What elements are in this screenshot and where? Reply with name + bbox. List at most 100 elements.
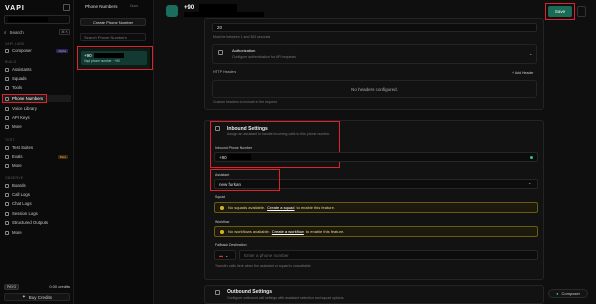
highlight-phone-numbers	[2, 94, 47, 103]
more-icon	[5, 124, 9, 129]
sidebar-item-label: Boards	[12, 183, 26, 188]
test-suites-icon	[5, 145, 9, 150]
sidebar-item-assistants[interactable]: Assistants	[3, 66, 71, 73]
composer-icon	[5, 48, 9, 53]
highlight-save-button	[545, 3, 575, 20]
inbound-phone-label: Inbound Phone Number	[215, 146, 253, 150]
inbound-phone-input[interactable]: +90	[214, 152, 538, 162]
sidebar-item-evals[interactable]: Evals Beta	[3, 153, 71, 160]
create-squad-link[interactable]: Create a squad	[267, 205, 294, 210]
sidebar-item-structured-outputs[interactable]: Structured Outputs	[3, 219, 71, 226]
sidebar-item-more-observe[interactable]: More	[3, 229, 71, 236]
sidebar-item-label: Evals	[12, 154, 23, 159]
vapi-logo: VAPI	[5, 5, 25, 12]
outbound-settings-title: Outbound Settings	[227, 289, 272, 295]
more-options-button[interactable]	[577, 6, 586, 17]
workflow-warning-text: No workflows available.	[228, 229, 270, 234]
assistant-icon	[5, 67, 9, 72]
warning-icon	[220, 205, 224, 210]
section-build: BUILD	[5, 60, 17, 64]
sidebar-item-label: Call Logs	[12, 192, 30, 197]
sidebar-search[interactable]: ⌕ Search ⌘ K	[4, 28, 70, 36]
inbound-settings-desc: Assign an assistant to handle incoming c…	[227, 132, 331, 136]
timeout-hint: Must be between 1 and 300 seconds	[213, 35, 271, 39]
sidebar-item-label: API Keys	[12, 115, 30, 120]
header-phone-number: +90	[184, 5, 195, 11]
buy-credits-label: Buy Credits	[28, 294, 53, 300]
more-icon	[5, 163, 9, 168]
workflow-label: Workflow	[215, 220, 230, 224]
no-headers-box: No headers configured.	[212, 80, 537, 98]
inbound-icon	[215, 126, 220, 131]
sparkle-icon: ●	[556, 291, 559, 296]
create-workflow-link[interactable]: Create a workflow	[272, 229, 304, 234]
squads-icon	[5, 76, 9, 81]
sidebar-item-session-logs[interactable]: Session Logs	[3, 210, 71, 217]
fallback-hint: Transfer calls here when the assistant o…	[215, 264, 312, 268]
tools-icon	[5, 85, 9, 90]
list-title: Phone Numbers	[85, 4, 118, 9]
lock-icon: ✦	[21, 294, 26, 299]
warning-icon	[220, 229, 224, 234]
sidebar-item-chat-logs[interactable]: Chat Logs	[3, 200, 71, 207]
sidebar-item-tools[interactable]: Tools	[3, 84, 71, 91]
composer-button[interactable]: ● Composer	[548, 289, 588, 298]
evals-icon	[5, 154, 9, 159]
sidebar-item-label: Squads	[12, 76, 27, 81]
search-shortcut: ⌘ K	[59, 29, 70, 35]
sidebar-item-api-keys[interactable]: API Keys	[3, 114, 71, 121]
no-headers-text: No headers configured.	[351, 86, 398, 92]
phone-search-input[interactable]: Search Phone Numbers	[80, 33, 146, 41]
key-icon	[5, 115, 9, 120]
sidebar-item-more-build[interactable]: More	[3, 123, 71, 130]
sidebar-item-squads[interactable]: Squads	[3, 75, 71, 82]
workflow-warning-suffix: to enable this feature.	[305, 229, 345, 234]
authorization-row[interactable]	[212, 44, 537, 64]
org-name-redacted	[8, 17, 48, 22]
outbound-icon	[215, 290, 220, 295]
sidebar-item-composer[interactable]: Composer Alpha	[3, 47, 71, 54]
call-logs-icon	[5, 192, 9, 197]
sidebar-item-label: Composer	[12, 48, 32, 53]
highlight-assistant	[210, 169, 280, 191]
docs-link[interactable]: Docs	[130, 4, 138, 8]
sidebar-item-label: Test Suites	[12, 145, 34, 150]
composer-label: Composer	[561, 291, 580, 296]
sidebar-item-label: Session Logs	[12, 211, 38, 216]
sidebar-item-test-suites[interactable]: Test Suites	[3, 144, 71, 151]
sidebar-item-label: Voice Library	[12, 106, 37, 111]
http-headers-label: HTTP Headers	[213, 70, 237, 74]
collapse-sidebar-icon[interactable]	[63, 4, 70, 11]
boards-icon	[5, 183, 9, 188]
add-header-button[interactable]: + Add Header	[512, 71, 534, 75]
fallback-label: Fallback Destination	[215, 243, 247, 247]
phone-icon	[166, 5, 178, 17]
section-observe: OBSERVE	[5, 176, 24, 180]
structured-outputs-icon	[5, 220, 9, 225]
credits-value: 0.00 credits	[49, 284, 70, 289]
timeout-input[interactable]: 20	[212, 23, 537, 32]
header-number-redacted	[199, 4, 237, 12]
sidebar-item-call-logs[interactable]: Call Logs	[3, 191, 71, 198]
search-icon: ⌕	[4, 29, 7, 35]
us-flag-icon: ▬	[219, 252, 223, 258]
alpha-badge: Alpha	[56, 48, 68, 53]
buy-credits-button[interactable]: ✦ Buy Credits	[4, 293, 70, 301]
country-select[interactable]: ▬ ⌄	[214, 250, 236, 260]
sidebar-item-more-test[interactable]: More	[3, 162, 71, 169]
voice-icon	[5, 106, 9, 111]
section-test: TEST	[5, 138, 15, 142]
fallback-phone-input[interactable]: Enter a phone number	[239, 250, 538, 260]
create-phone-number-button[interactable]: Create Phone Number	[80, 18, 146, 26]
inbound-phone-value: +90	[219, 154, 227, 160]
chevron-down-icon[interactable]: ⌄	[529, 51, 532, 56]
sidebar-item-label: More	[12, 124, 22, 129]
status-dot-icon	[530, 156, 533, 159]
session-logs-icon	[5, 211, 9, 216]
lock-icon	[218, 50, 223, 55]
sidebar-item-boards[interactable]: Boards	[3, 182, 71, 189]
headers-hint: Custom headers to include in the request	[213, 100, 277, 104]
sidebar-item-label: Chat Logs	[12, 201, 32, 206]
squad-warning: No squads available. Create a squad to ena…	[214, 202, 538, 213]
sidebar-item-voice-library[interactable]: Voice Library	[3, 105, 71, 112]
